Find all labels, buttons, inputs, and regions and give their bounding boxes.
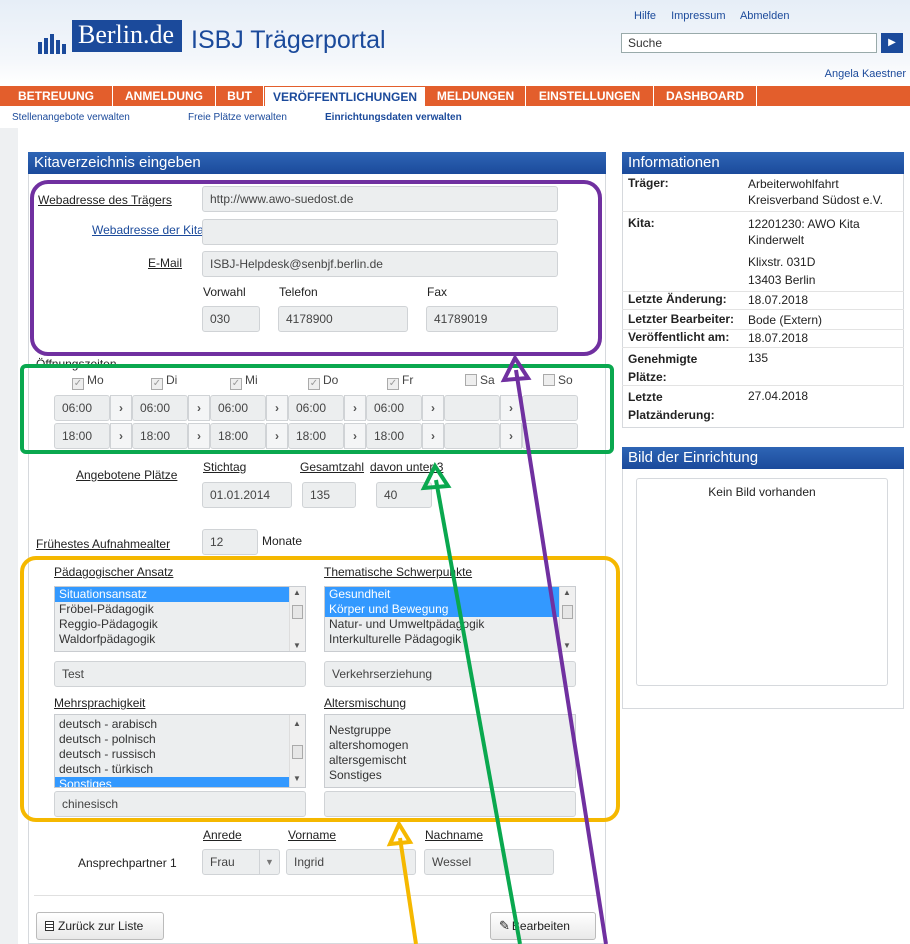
arrow-green [420,461,522,944]
arrow-purple [500,353,608,944]
annotation-arrows [386,353,608,944]
arrow-yellow [386,819,418,944]
